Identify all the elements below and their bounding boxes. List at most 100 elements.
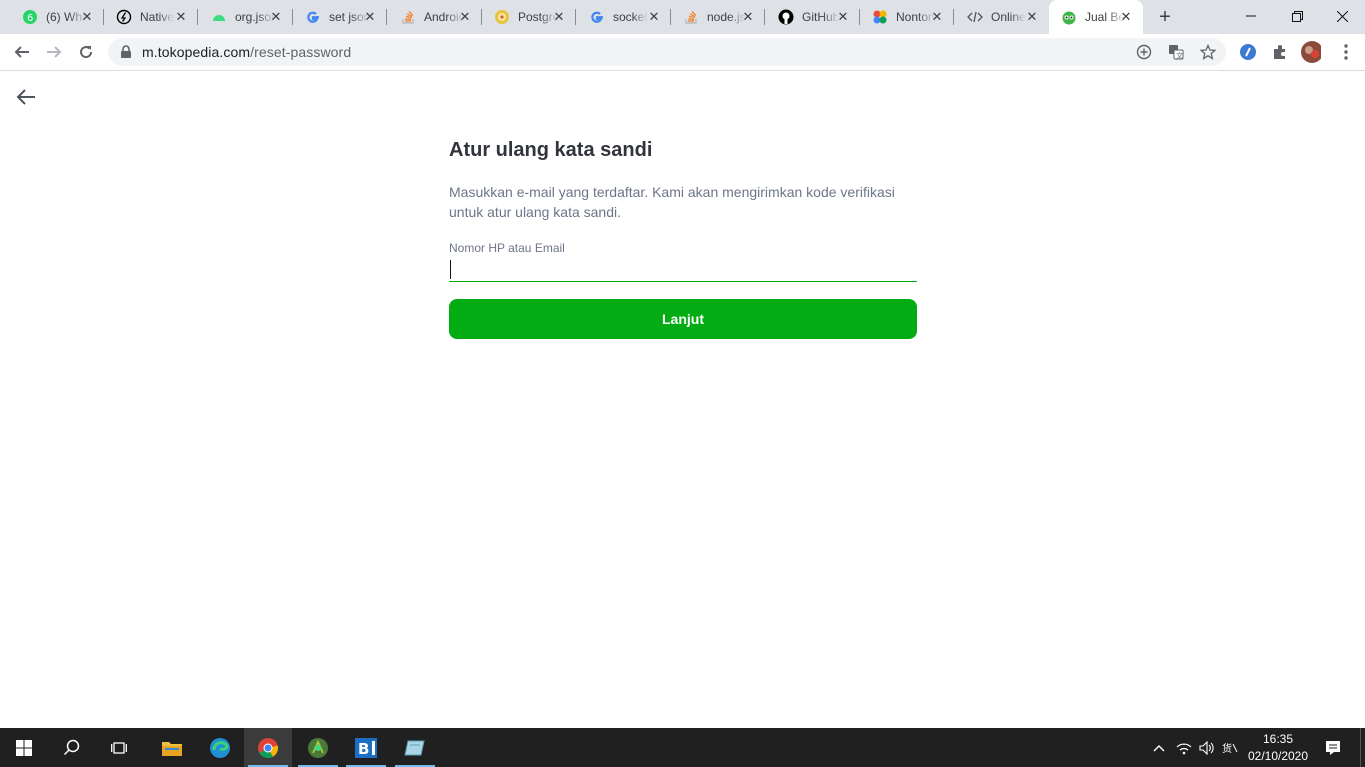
arrow-left-icon bbox=[16, 89, 35, 105]
url-host: m.tokopedia.com bbox=[142, 44, 251, 60]
notes-app-icon bbox=[404, 740, 425, 755]
text-cursor bbox=[450, 260, 451, 279]
native-icon bbox=[116, 9, 132, 25]
browser-tab[interactable]: Native ✕ bbox=[104, 0, 198, 34]
close-icon bbox=[1336, 10, 1348, 22]
start-button[interactable] bbox=[0, 728, 48, 767]
close-tab-icon[interactable]: ✕ bbox=[552, 9, 566, 24]
close-tab-icon[interactable]: ✕ bbox=[269, 9, 283, 24]
chevron-up-icon bbox=[1153, 744, 1165, 751]
continue-button[interactable]: Lanjut bbox=[449, 299, 917, 339]
close-tab-icon[interactable]: ✕ bbox=[458, 9, 472, 24]
stackoverflow-icon bbox=[400, 9, 416, 25]
profile-avatar[interactable] bbox=[1301, 41, 1321, 63]
browser-tab[interactable]: GitHub ✕ bbox=[766, 0, 860, 34]
close-window-button[interactable] bbox=[1319, 0, 1365, 32]
field-label: Nomor HP atau Email bbox=[449, 241, 565, 255]
android-studio-icon bbox=[308, 737, 328, 758]
taskbar-app-b[interactable]: B bbox=[342, 728, 390, 767]
browser-tab[interactable]: set json ✕ bbox=[293, 0, 387, 34]
forward-button[interactable] bbox=[42, 40, 66, 64]
close-tab-icon[interactable]: ✕ bbox=[930, 9, 944, 24]
taskbar-app-notes[interactable] bbox=[391, 728, 439, 767]
browser-tab[interactable]: node.js ✕ bbox=[671, 0, 765, 34]
back-button[interactable] bbox=[10, 40, 34, 64]
taskbar-edge[interactable] bbox=[196, 728, 244, 767]
folder-icon bbox=[162, 741, 182, 756]
code-icon bbox=[967, 9, 983, 25]
taskbar-chrome[interactable] bbox=[244, 728, 292, 767]
show-desktop-button[interactable] bbox=[1360, 728, 1365, 767]
browser-tab[interactable]: Android ✕ bbox=[388, 0, 482, 34]
tab-separator bbox=[575, 9, 576, 25]
address-bar[interactable]: m.tokopedia.com/reset-password 文 bbox=[108, 38, 1226, 66]
close-tab-icon[interactable]: ✕ bbox=[80, 9, 94, 24]
stackoverflow-icon bbox=[683, 9, 699, 25]
phone-email-input[interactable] bbox=[449, 257, 917, 282]
browser-tab-strip: 6(6) WhatsApp✕Native✕org.json✕set json✕A… bbox=[0, 0, 1365, 34]
chrome-icon bbox=[258, 737, 279, 758]
volume-icon[interactable] bbox=[1196, 728, 1218, 767]
tab-label: Nonton bbox=[896, 10, 935, 24]
tab-label: Native bbox=[140, 10, 175, 24]
browser-tab[interactable]: Jual Beli✕ bbox=[1049, 0, 1143, 34]
page-title: Atur ulang kata sandi bbox=[449, 139, 653, 161]
arrow-right-icon bbox=[47, 46, 62, 58]
page-content: Atur ulang kata sandi Masukkan e-mail ya… bbox=[0, 71, 1365, 728]
taskbar-file-explorer[interactable] bbox=[148, 728, 196, 767]
browser-tab[interactable]: 6(6) WhatsApp✕ bbox=[10, 0, 104, 34]
restore-button[interactable] bbox=[1274, 0, 1320, 32]
close-tab-icon[interactable]: ✕ bbox=[1025, 9, 1039, 24]
close-tab-icon[interactable]: ✕ bbox=[741, 9, 755, 24]
reload-button[interactable] bbox=[74, 40, 98, 64]
close-tab-icon[interactable]: ✕ bbox=[836, 9, 850, 24]
tokopedia-icon bbox=[1061, 9, 1077, 25]
task-view-icon bbox=[111, 741, 127, 754]
tab-label: Online bbox=[991, 10, 1026, 24]
arrow-left-icon bbox=[14, 46, 29, 58]
notification-icon bbox=[1326, 740, 1340, 755]
browser-tab[interactable]: org.json ✕ bbox=[199, 0, 293, 34]
close-tab-icon[interactable]: ✕ bbox=[363, 9, 377, 24]
action-center-button[interactable] bbox=[1320, 728, 1346, 767]
taskbar-clock[interactable]: 16:35 02/10/2020 bbox=[1243, 731, 1313, 765]
tab-separator bbox=[197, 9, 198, 25]
reload-icon bbox=[80, 46, 93, 59]
svg-text:B: B bbox=[358, 740, 369, 758]
close-tab-icon[interactable]: ✕ bbox=[174, 9, 188, 24]
browser-tab[interactable]: Online ✕ bbox=[955, 0, 1049, 34]
close-tab-icon[interactable]: ✕ bbox=[647, 9, 661, 24]
browser-tab[interactable]: Postgres✕ bbox=[482, 0, 576, 34]
browser-tab[interactable]: socket ✕ bbox=[577, 0, 671, 34]
svg-text:文: 文 bbox=[1176, 51, 1183, 60]
page-back-button[interactable] bbox=[14, 85, 38, 109]
input-method-icon[interactable]: 货 bbox=[1219, 728, 1241, 767]
task-view-button[interactable] bbox=[96, 728, 144, 767]
tab-label: node.js bbox=[707, 10, 746, 24]
svg-text:货: 货 bbox=[1222, 742, 1232, 755]
tab-label: GitHub bbox=[802, 10, 840, 24]
extension-icon[interactable] bbox=[1238, 42, 1258, 62]
browser-tab[interactable]: Nonton ✕ bbox=[860, 0, 954, 34]
browser-menu-icon[interactable] bbox=[1336, 42, 1356, 62]
extensions-puzzle-icon[interactable] bbox=[1270, 42, 1290, 62]
network-icon[interactable] bbox=[1173, 728, 1195, 767]
nonton-icon bbox=[872, 9, 888, 25]
new-tab-button[interactable]: + bbox=[1154, 6, 1176, 28]
taskbar-android-studio[interactable] bbox=[294, 728, 342, 767]
postgres-icon bbox=[494, 9, 510, 25]
google-icon bbox=[589, 9, 605, 25]
browser-toolbar: m.tokopedia.com/reset-password 文 bbox=[0, 34, 1365, 71]
app-b-icon: B bbox=[355, 737, 377, 758]
minimize-button[interactable] bbox=[1228, 0, 1274, 32]
bookmark-star-icon[interactable] bbox=[1198, 42, 1218, 62]
close-tab-icon[interactable]: ✕ bbox=[1119, 9, 1133, 24]
search-button[interactable] bbox=[48, 728, 96, 767]
translate-icon[interactable]: 文 bbox=[1166, 42, 1186, 62]
tab-separator bbox=[764, 9, 765, 25]
whatsapp-icon: 6 bbox=[22, 9, 38, 25]
install-app-icon[interactable] bbox=[1134, 42, 1154, 62]
show-hidden-icons-button[interactable] bbox=[1148, 728, 1170, 767]
tab-label: socket bbox=[613, 10, 648, 24]
edge-icon bbox=[210, 737, 230, 758]
